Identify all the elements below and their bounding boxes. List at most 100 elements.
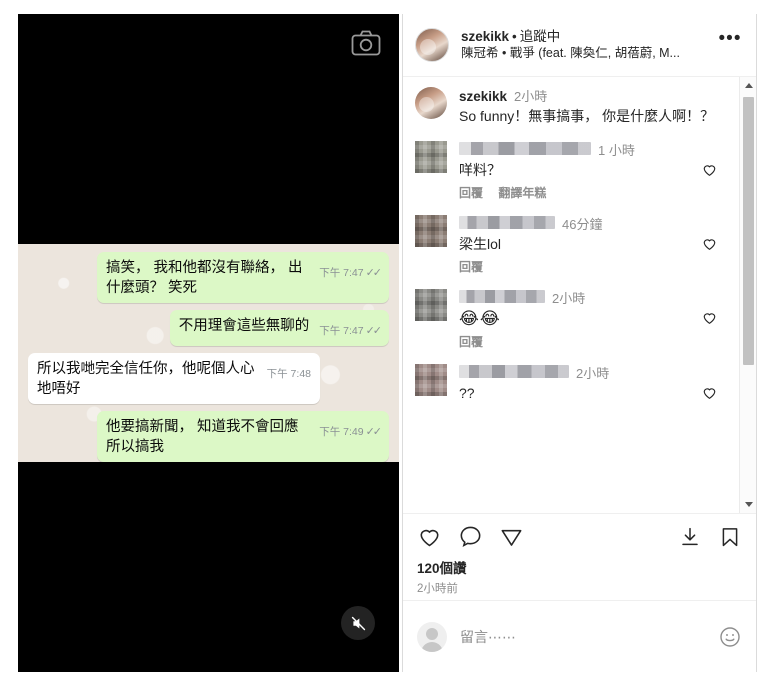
chat-bubble-incoming: 下午 7:48 所以我哋完全信任你，他呢個人心地唔好 [28,353,320,404]
scrollbar-thumb[interactable] [743,97,754,365]
comments-scrollbar[interactable] [739,77,756,513]
comment-header: 2小時 [459,289,701,308]
comment-button[interactable] [458,524,483,549]
comment-header: 1 小時 [459,141,701,160]
chat-message-time: 下午 7:47 [319,325,364,337]
post-author-username[interactable]: szekikk [461,29,509,44]
reply-button[interactable]: 回覆 [459,260,483,274]
scroll-down-button[interactable] [740,496,757,513]
chevron-down-icon [744,502,753,507]
chat-bubble-outgoing: 下午 7:47 ✓✓ 不用理會這些無聊的 [169,310,389,346]
avatar [417,621,447,652]
scroll-up-button[interactable] [740,77,757,94]
post-author-line: szekikk • 追蹤中 [461,28,716,45]
comment-text: So funny！無事搞事， 你是什麼人啊！？ [459,108,715,124]
chat-bubble-outgoing: 下午 7:49 ✓✓ 他要搞新聞， 知道我不會回應所以搞我 [97,411,389,462]
likes-count[interactable]: 120個讚 [417,559,742,578]
comment-like-button[interactable] [701,364,729,404]
post-header: szekikk • 追蹤中 陳冠希 • 戰爭 (feat. 陳奐仁, 胡蓓蔚, M.… [403,14,756,77]
list-item: 46分鐘 梁生lol 回覆 [415,215,729,275]
comment-body: 2小時 ?? [459,364,701,404]
avatar[interactable] [415,364,447,396]
list-item: 2小時 ?? [415,364,729,404]
heart-icon [703,313,716,324]
comment-timestamp: 2小時 [576,366,610,381]
list-item: 2小時 😂😂 回覆 [415,289,729,350]
translate-button[interactable]: 翻譯年糕 [498,186,546,200]
list-item: 1 小時 咩料？ 回覆 翻譯年糕 [415,141,729,201]
reply-button[interactable]: 回覆 [459,186,483,200]
avatar[interactable] [415,289,447,321]
comment-like-button[interactable] [701,289,729,350]
bookmark-icon [722,527,738,546]
like-button[interactable] [417,524,442,549]
chat-message-row: 下午 7:49 ✓✓ 他要搞新聞， 知道我不會回應所以搞我 [28,411,389,462]
chat-message-time: 下午 7:48 [266,368,311,380]
heart-icon [703,388,716,399]
comment-like-button[interactable] [701,215,729,275]
post-media-video[interactable]: 下午 7:47 ✓✓ 搞笑， 我和他都沒有聯絡， 出什麼頭？ 笑死 下午 7:47… [18,14,399,672]
chat-message-row: 下午 7:47 ✓✓ 搞笑， 我和他都沒有聯絡， 出什麼頭？ 笑死 [28,252,389,303]
post-header-text: szekikk • 追蹤中 陳冠希 • 戰爭 (feat. 陳奐仁, 胡蓓蔚, M.… [461,28,716,62]
more-options-button[interactable]: ••• [716,29,744,56]
camera-icon[interactable] [351,30,381,56]
chat-message-meta: 下午 7:47 ✓✓ [319,321,383,341]
emoji-picker-button[interactable] [718,625,742,649]
heart-icon [703,165,716,176]
post-action-bar-left [417,524,524,549]
chat-read-ticks-icon: ✓✓ [365,325,383,337]
separator-dot: • [512,29,517,44]
comment-username[interactable]: szekikk [459,87,507,106]
whatsapp-chat-screenshot: 下午 7:47 ✓✓ 搞笑， 我和他都沒有聯絡， 出什麼頭？ 笑死 下午 7:47… [18,244,399,462]
chat-message-text: 他要搞新聞， 知道我不會回應所以搞我 [106,419,299,455]
download-button[interactable] [678,525,702,549]
comment-text: 梁生lol [459,236,502,252]
comment-body: 46分鐘 梁生lol 回覆 [459,215,701,275]
comment-username-redacted [459,365,569,378]
follow-state-label[interactable]: 追蹤中 [520,29,561,44]
share-paper-plane-icon [501,529,522,546]
comment-header: szekikk 2小時 [459,87,729,106]
comment-body: 1 小時 咩料？ 回覆 翻譯年糕 [459,141,701,201]
chat-message-time: 下午 7:47 [319,267,364,279]
comments-region: szekikk 2小時 So funny！無事搞事， 你是什麼人啊！？ 1 小時 [403,77,756,513]
chat-read-ticks-icon: ✓✓ [365,267,383,279]
heart-icon [703,239,716,250]
comment-icon [460,526,481,548]
comment-timestamp: 2小時 [552,291,586,306]
comment-text: 咩料？ [459,162,501,178]
add-comment-bar [403,600,756,672]
list-item: szekikk 2小時 So funny！無事搞事， 你是什麼人啊！？ [415,87,729,127]
comment-text: 😂😂 [459,309,501,328]
chat-message-meta: 下午 7:48 [267,364,311,384]
post-action-bar-right [678,525,742,549]
comments-list[interactable]: szekikk 2小時 So funny！無事搞事， 你是什麼人啊！？ 1 小時 [403,77,739,513]
mute-toggle-button[interactable] [341,606,375,640]
download-icon [682,527,698,545]
avatar[interactable] [415,141,447,173]
chat-read-ticks-icon: ✓✓ [365,426,383,438]
comment-like-button[interactable] [701,141,729,201]
screenshot-root: 下午 7:47 ✓✓ 搞笑， 我和他都沒有聯絡， 出什麼頭？ 笑死 下午 7:47… [0,0,775,685]
post-audio-label[interactable]: 陳冠希 • 戰爭 (feat. 陳奐仁, 胡蓓蔚, M... [461,45,713,62]
comment-actions: 回覆 [459,259,701,275]
avatar[interactable] [415,28,449,62]
reply-button[interactable]: 回覆 [459,335,483,349]
comment-input[interactable] [460,628,718,645]
heart-icon [420,529,439,547]
chat-bubble-outgoing: 下午 7:47 ✓✓ 搞笑， 我和他都沒有聯絡， 出什麼頭？ 笑死 [97,252,389,303]
share-button[interactable] [499,524,524,549]
comment-actions: 回覆 翻譯年糕 [459,185,701,201]
save-button[interactable] [718,525,742,549]
chat-message-row: 下午 7:48 所以我哋完全信任你，他呢個人心地唔好 [28,353,389,404]
comment-text: ?? [459,385,475,401]
comment-body: szekikk 2小時 So funny！無事搞事， 你是什麼人啊！？ [459,87,729,127]
post-meta: 120個讚 2小時前 [403,559,756,600]
post-action-bar [403,513,756,559]
comment-timestamp: 2小時 [514,89,548,104]
avatar[interactable] [415,215,447,247]
avatar[interactable] [415,87,447,119]
chat-message-time: 下午 7:49 [319,426,364,438]
comment-header: 2小時 [459,364,701,383]
comment-body: 2小時 😂😂 回覆 [459,289,701,350]
